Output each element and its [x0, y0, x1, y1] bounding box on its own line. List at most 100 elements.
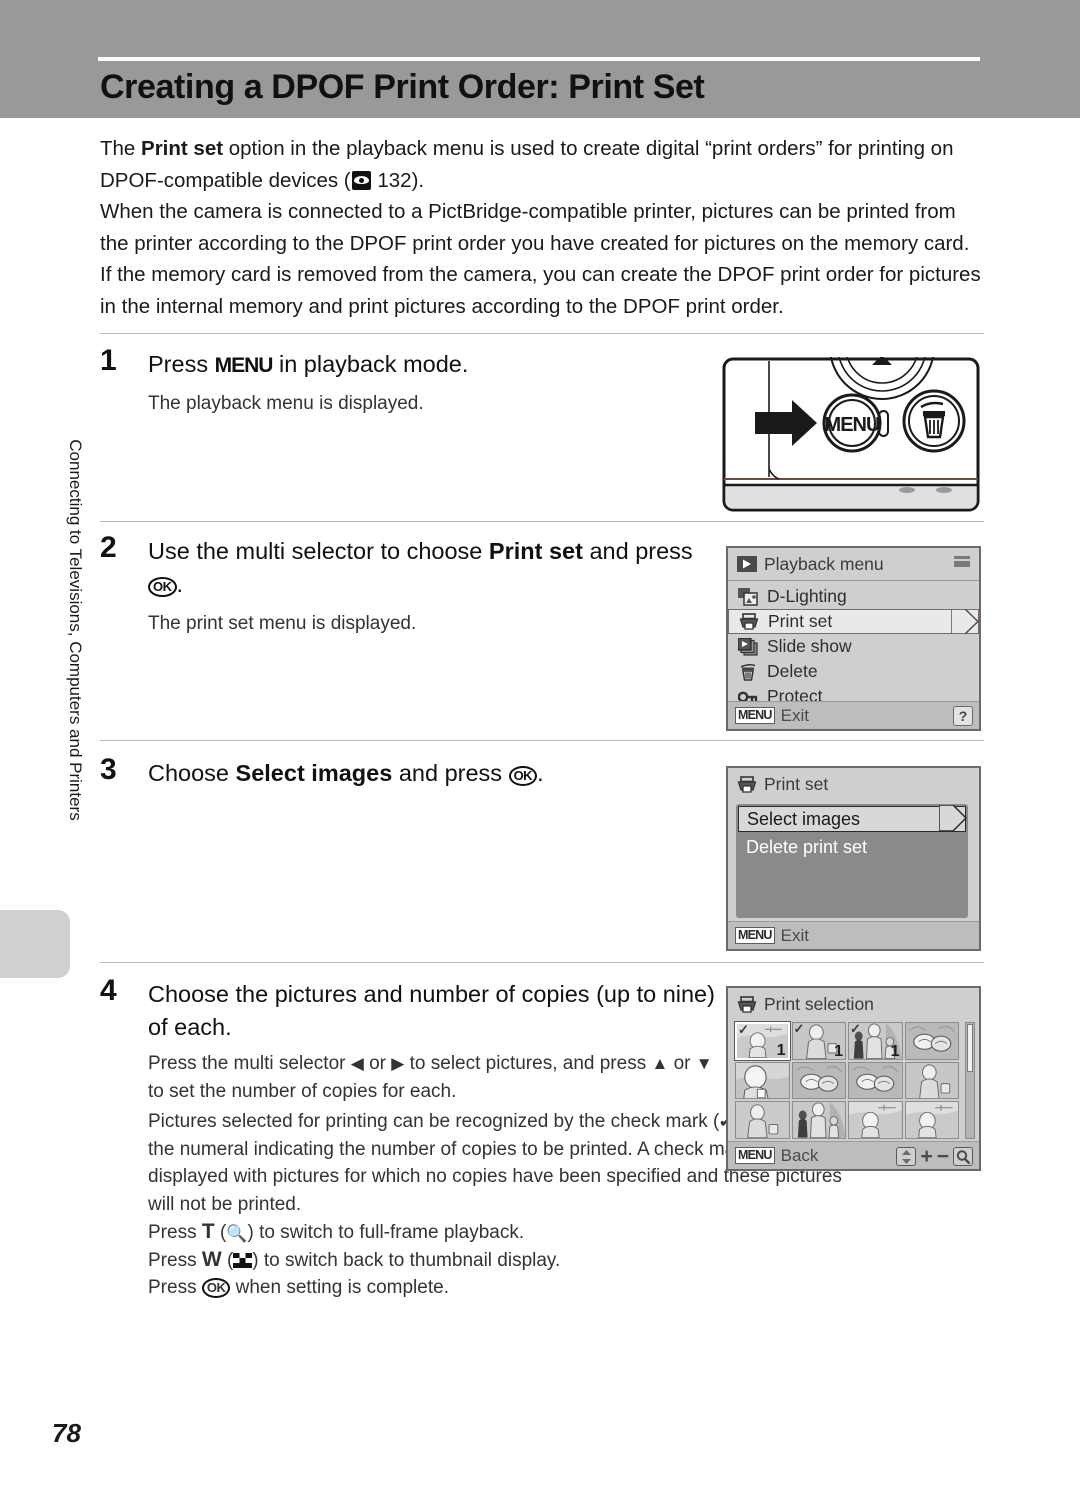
- d-lighting-icon: [738, 587, 758, 606]
- step-1-body: The playback menu is displayed.: [148, 393, 424, 414]
- print-set-item-select-images-label: Select images: [747, 808, 861, 829]
- camera-back-illustration: MENU: [722, 294, 980, 512]
- thumbnail-2[interactable]: ✓ 1: [791, 1022, 846, 1060]
- step-3-heading: Choose Select images and press OK.: [148, 757, 718, 790]
- thumbnail-4[interactable]: [904, 1022, 959, 1060]
- s4-l1-a: Press the multi selector: [148, 1053, 351, 1074]
- arrow-up-icon: ▲: [651, 1054, 669, 1073]
- divider-1: [100, 333, 984, 334]
- intro-p1-part-d: ).: [411, 168, 425, 192]
- step-4-body-line-1: Press the multi selector ◀ or ▶ to selec…: [148, 1050, 728, 1105]
- step-2-body: The print set menu is displayed.: [148, 613, 417, 634]
- thumbnail-12[interactable]: [904, 1101, 959, 1139]
- trash-icon: [740, 663, 756, 681]
- s4-l1-c: to select pictures, and press: [404, 1053, 652, 1074]
- menu-key-tag: MENU: [735, 927, 775, 944]
- step-1-number: 1: [100, 344, 117, 377]
- s4-p3-a: Press: [148, 1222, 202, 1243]
- lcd-print-set: Print set Select images Delete print set…: [726, 766, 981, 951]
- menu-item-d-lighting-label: D-Lighting: [767, 586, 847, 606]
- step-1-head-b: in playback mode.: [272, 351, 469, 377]
- s4-p4-a: Press: [148, 1250, 202, 1271]
- help-icon[interactable]: ?: [953, 706, 973, 726]
- step-2-bold-term: Print set: [488, 538, 583, 564]
- manual-page: Creating a DPOF Print Order: Print Set C…: [0, 0, 1080, 1486]
- menu-item-delete[interactable]: Delete: [728, 659, 979, 684]
- menu-key-tag: MENU: [735, 1147, 775, 1164]
- step-3-head-c: .: [537, 760, 544, 786]
- playback-menu-list: D-Lighting Print set Slide show Delete P…: [728, 581, 979, 709]
- playback-menu-footer: MENU Exit ?: [728, 701, 979, 729]
- print-set-titlebar: Print set: [728, 768, 979, 801]
- s4-p4-c: ) to switch back to thumbnail display.: [252, 1250, 561, 1271]
- menu-item-delete-label: Delete: [767, 661, 818, 681]
- step-3-number: 3: [100, 753, 117, 786]
- menu-selection-arrow-icon: [939, 805, 967, 831]
- thumbnail-7[interactable]: [848, 1061, 903, 1100]
- thumbnail-10[interactable]: [791, 1101, 846, 1139]
- printer-icon: [739, 612, 759, 630]
- thumbnail-5[interactable]: [735, 1061, 790, 1100]
- lcd-print-selection: Print selection ✓ 1 ✓ 1 ✓ 1 MENU Back + …: [726, 986, 981, 1171]
- thumbnail-8[interactable]: [904, 1061, 959, 1100]
- intro-p1-part-c: option in the playback menu is used to c…: [100, 137, 954, 192]
- printer-icon: [737, 995, 757, 1013]
- print-set-item-delete-print-set[interactable]: Delete print set: [738, 834, 966, 860]
- thumbnail-3-copies: 1: [890, 1042, 900, 1060]
- page-number: 78: [52, 1418, 81, 1448]
- magnifier-icon: 🔍: [226, 1224, 248, 1243]
- header-rule: [98, 57, 980, 61]
- intro-paragraph-1: The Print set option in the playback men…: [100, 133, 984, 196]
- magnifier-icon[interactable]: [953, 1147, 973, 1166]
- thumbnail-9[interactable]: [735, 1101, 790, 1139]
- scrollbar-thumb[interactable]: [967, 1024, 973, 1072]
- menu-key-tag: MENU: [735, 707, 775, 724]
- thumbnail-2-copies: 1: [834, 1042, 843, 1060]
- slideshow-icon: [738, 637, 758, 656]
- thumbnail-1[interactable]: ✓ 1: [734, 1021, 791, 1061]
- s4-p5-b: when setting is complete.: [230, 1277, 449, 1298]
- step-4-body-paragraph-3: Press T (🔍) to switch to full-frame play…: [148, 1218, 848, 1248]
- step-4-number: 4: [100, 974, 117, 1007]
- print-selection-title: Print selection: [764, 994, 874, 1014]
- step-4-body-paragraph-4: Press W ( ) to switch back to thumbnail d…: [148, 1246, 848, 1275]
- s4-p4-b: (: [221, 1250, 234, 1271]
- check-mark-icon: ✓: [850, 1022, 861, 1036]
- thumbnail-6[interactable]: [791, 1061, 846, 1100]
- menu-item-slide-show[interactable]: Slide show: [728, 634, 979, 659]
- menu-item-d-lighting[interactable]: D-Lighting: [728, 584, 979, 609]
- step-2-number: 2: [100, 531, 117, 564]
- playback-menu-titlebar: Playback menu: [728, 548, 979, 581]
- increase-copies-icon[interactable]: +: [920, 1146, 932, 1167]
- arrow-left-icon: ◀: [350, 1054, 364, 1073]
- page-header-band: Creating a DPOF Print Order: Print Set: [0, 0, 1080, 118]
- print-set-item-delete-print-set-label: Delete print set: [746, 836, 868, 857]
- step-2-head-a: Use the multi selector to choose: [148, 538, 489, 564]
- print-set-options: Select images Delete print set: [736, 804, 968, 918]
- thumbnail-11[interactable]: [848, 1101, 903, 1139]
- print-selection-controls: + −: [896, 1146, 973, 1167]
- playback-menu-exit-label: Exit: [780, 705, 809, 725]
- print-selection-scrollbar[interactable]: [965, 1022, 975, 1139]
- step-4-body-paragraph-5: Press OK when setting is complete.: [148, 1274, 848, 1302]
- decrease-copies-icon[interactable]: −: [937, 1146, 949, 1167]
- step-1-head-a: Press: [148, 351, 215, 377]
- wide-zoom-key-label: W: [201, 1248, 222, 1271]
- s4-p3-b: (: [214, 1222, 227, 1243]
- playback-icon: [737, 556, 757, 572]
- thumbnail-3[interactable]: ✓ 1: [848, 1022, 903, 1060]
- print-selection-back-label: Back: [780, 1145, 819, 1165]
- check-mark-icon: ✓: [738, 1022, 749, 1037]
- print-selection-thumbnail-grid: ✓ 1 ✓ 1 ✓ 1: [734, 1021, 959, 1139]
- menu-selection-arrow-icon: [951, 609, 979, 634]
- step-2-head-c: .: [176, 571, 184, 597]
- chapter-tab-marker: [0, 910, 70, 978]
- menu-item-slide-show-label: Slide show: [767, 636, 852, 656]
- step-4-heading: Choose the pictures and number of copies…: [148, 981, 715, 1040]
- print-set-item-select-images[interactable]: Select images: [738, 805, 967, 832]
- s4-l1-d: or: [668, 1053, 696, 1074]
- up-down-selector-icon[interactable]: [896, 1147, 917, 1166]
- intro-reference-page: 132: [377, 168, 412, 192]
- menu-item-print-set[interactable]: Print set: [728, 609, 979, 634]
- print-selection-footer: MENU Back + −: [728, 1141, 979, 1169]
